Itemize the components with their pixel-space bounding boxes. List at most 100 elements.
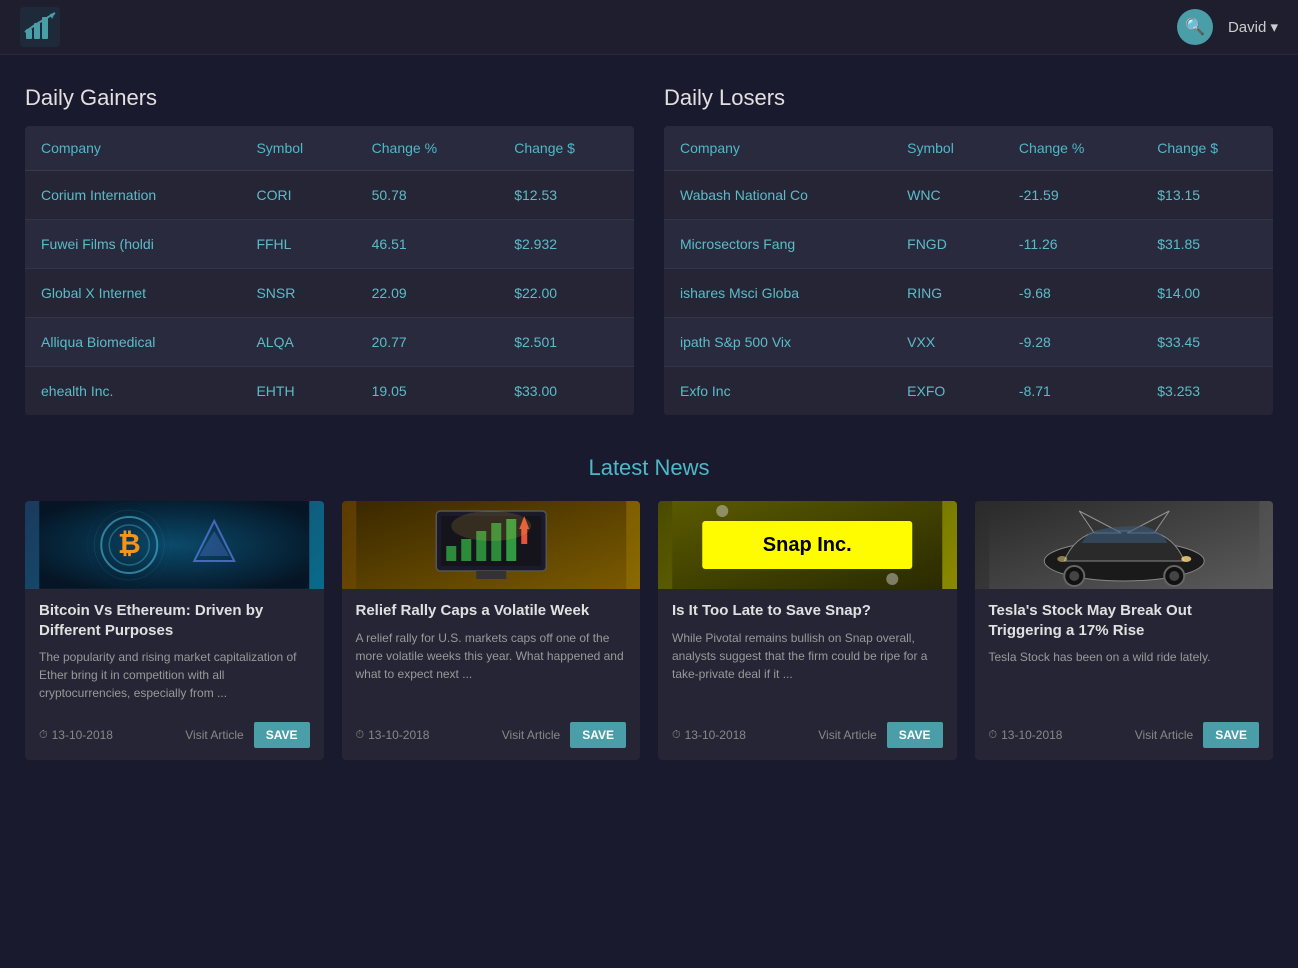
user-menu[interactable]: David ▾ xyxy=(1228,18,1278,36)
table-row: ipath S&p 500 Vix VXX -9.28 $33.45 xyxy=(664,318,1273,367)
table-row: Wabash National Co WNC -21.59 $13.15 xyxy=(664,171,1273,220)
change-pct-cell: 20.77 xyxy=(356,318,499,367)
daily-gainers-title: Daily Gainers xyxy=(25,85,634,111)
change-dollar-cell: $33.00 xyxy=(498,367,634,416)
tables-row: Daily Gainers Company Symbol Change % Ch… xyxy=(25,85,1273,415)
clock-icon: ⏱ xyxy=(989,729,998,742)
news-card-title: Tesla's Stock May Break Out Triggering a… xyxy=(989,601,1260,640)
table-row: Global X Internet SNSR 22.09 $22.00 xyxy=(25,269,634,318)
svg-text:₿: ₿ xyxy=(118,528,141,559)
news-card: ₿ Bitcoin Vs Ethereum: Driven by Differe… xyxy=(25,501,324,760)
table-row: Corium Internation CORI 50.78 $12.53 xyxy=(25,171,634,220)
change-pct-cell: 46.51 xyxy=(356,220,499,269)
change-pct-cell: 50.78 xyxy=(356,171,499,220)
header: 🔍 David ▾ xyxy=(0,0,1298,55)
losers-col-symbol: Symbol xyxy=(891,126,1003,171)
company-cell: ishares Msci Globa xyxy=(664,269,891,318)
company-cell: ipath S&p 500 Vix xyxy=(664,318,891,367)
table-row: Fuwei Films (holdi FFHL 46.51 $2.932 xyxy=(25,220,634,269)
gainers-col-symbol: Symbol xyxy=(240,126,355,171)
company-cell: ehealth Inc. xyxy=(25,367,240,416)
losers-table: Company Symbol Change % Change $ Wabash … xyxy=(664,126,1273,415)
symbol-cell: CORI xyxy=(240,171,355,220)
save-article-button[interactable]: SAVE xyxy=(1203,722,1259,748)
news-card-body: Tesla's Stock May Break Out Triggering a… xyxy=(975,589,1274,760)
news-title: Latest News xyxy=(25,455,1273,481)
symbol-cell: EXFO xyxy=(891,367,1003,416)
news-card-body: Bitcoin Vs Ethereum: Driven by Different… xyxy=(25,589,324,760)
gainers-header-row: Company Symbol Change % Change $ xyxy=(25,126,634,171)
visit-article-link[interactable]: Visit Article xyxy=(1135,728,1193,742)
clock-icon: ⏱ xyxy=(39,729,48,742)
visit-article-link[interactable]: Visit Article xyxy=(185,728,243,742)
company-cell: Fuwei Films (holdi xyxy=(25,220,240,269)
main-content: Daily Gainers Company Symbol Change % Ch… xyxy=(0,55,1298,780)
news-card-body: Is It Too Late to Save Snap? While Pivot… xyxy=(658,589,957,760)
gainers-col-change-pct: Change % xyxy=(356,126,499,171)
save-article-button[interactable]: SAVE xyxy=(887,722,943,748)
news-card: Snap Inc. Is It Too Late to Save Snap? W… xyxy=(658,501,957,760)
change-dollar-cell: $3.253 xyxy=(1141,367,1273,416)
table-row: ishares Msci Globa RING -9.68 $14.00 xyxy=(664,269,1273,318)
daily-losers-title: Daily Losers xyxy=(664,85,1273,111)
change-dollar-cell: $12.53 xyxy=(498,171,634,220)
news-card-body: Relief Rally Caps a Volatile Week A reli… xyxy=(342,589,641,760)
news-card-description: A relief rally for U.S. markets caps off… xyxy=(356,629,627,703)
news-card-image: Snap Inc. xyxy=(658,501,957,589)
table-row: Microsectors Fang FNGD -11.26 $31.85 xyxy=(664,220,1273,269)
news-grid: ₿ Bitcoin Vs Ethereum: Driven by Differe… xyxy=(25,501,1273,760)
logo-icon xyxy=(20,7,60,47)
gainers-col-change-dollar: Change $ xyxy=(498,126,634,171)
news-card: Relief Rally Caps a Volatile Week A reli… xyxy=(342,501,641,760)
symbol-cell: ALQA xyxy=(240,318,355,367)
svg-text:Snap Inc.: Snap Inc. xyxy=(763,534,852,556)
news-card-description: The popularity and rising market capital… xyxy=(39,648,310,702)
change-dollar-cell: $13.15 xyxy=(1141,171,1273,220)
visit-article-link[interactable]: Visit Article xyxy=(818,728,876,742)
company-cell: Corium Internation xyxy=(25,171,240,220)
change-pct-cell: -11.26 xyxy=(1003,220,1141,269)
symbol-cell: VXX xyxy=(891,318,1003,367)
news-card-description: Tesla Stock has been on a wild ride late… xyxy=(989,648,1260,702)
search-button[interactable]: 🔍 xyxy=(1177,9,1213,45)
change-dollar-cell: $33.45 xyxy=(1141,318,1273,367)
save-article-button[interactable]: SAVE xyxy=(570,722,626,748)
change-dollar-cell: $31.85 xyxy=(1141,220,1273,269)
change-pct-cell: -9.68 xyxy=(1003,269,1141,318)
clock-icon: ⏱ xyxy=(672,729,681,742)
change-pct-cell: 19.05 xyxy=(356,367,499,416)
news-card-footer: ⏱ 13-10-2018 Visit Article SAVE xyxy=(356,714,627,748)
symbol-cell: FNGD xyxy=(891,220,1003,269)
visit-article-link[interactable]: Visit Article xyxy=(502,728,560,742)
company-cell: Alliqua Biomedical xyxy=(25,318,240,367)
symbol-cell: FFHL xyxy=(240,220,355,269)
losers-col-company: Company xyxy=(664,126,891,171)
table-row: Exfo Inc EXFO -8.71 $3.253 xyxy=(664,367,1273,416)
news-card: Tesla's Stock May Break Out Triggering a… xyxy=(975,501,1274,760)
news-card-title: Is It Too Late to Save Snap? xyxy=(672,601,943,621)
symbol-cell: WNC xyxy=(891,171,1003,220)
losers-col-change-dollar: Change $ xyxy=(1141,126,1273,171)
news-date: ⏱ 13-10-2018 xyxy=(672,728,746,742)
news-date: ⏱ 13-10-2018 xyxy=(39,728,113,742)
change-pct-cell: -8.71 xyxy=(1003,367,1141,416)
save-article-button[interactable]: SAVE xyxy=(254,722,310,748)
gainers-col-company: Company xyxy=(25,126,240,171)
symbol-cell: SNSR xyxy=(240,269,355,318)
company-cell: Wabash National Co xyxy=(664,171,891,220)
news-card-footer: ⏱ 13-10-2018 Visit Article SAVE xyxy=(672,714,943,748)
news-date: ⏱ 13-10-2018 xyxy=(356,728,430,742)
change-pct-cell: 22.09 xyxy=(356,269,499,318)
header-left xyxy=(20,7,60,47)
news-section: Latest News ₿ Bitcoin Vs Ethereum: Drive… xyxy=(25,455,1273,760)
news-date: ⏱ 13-10-2018 xyxy=(989,728,1063,742)
change-pct-cell: -21.59 xyxy=(1003,171,1141,220)
news-card-title: Relief Rally Caps a Volatile Week xyxy=(356,601,627,621)
losers-col-change-pct: Change % xyxy=(1003,126,1141,171)
company-cell: Global X Internet xyxy=(25,269,240,318)
company-cell: Exfo Inc xyxy=(664,367,891,416)
gainers-table: Company Symbol Change % Change $ Corium … xyxy=(25,126,634,415)
clock-icon: ⏱ xyxy=(356,729,365,742)
symbol-cell: EHTH xyxy=(240,367,355,416)
news-card-title: Bitcoin Vs Ethereum: Driven by Different… xyxy=(39,601,310,640)
